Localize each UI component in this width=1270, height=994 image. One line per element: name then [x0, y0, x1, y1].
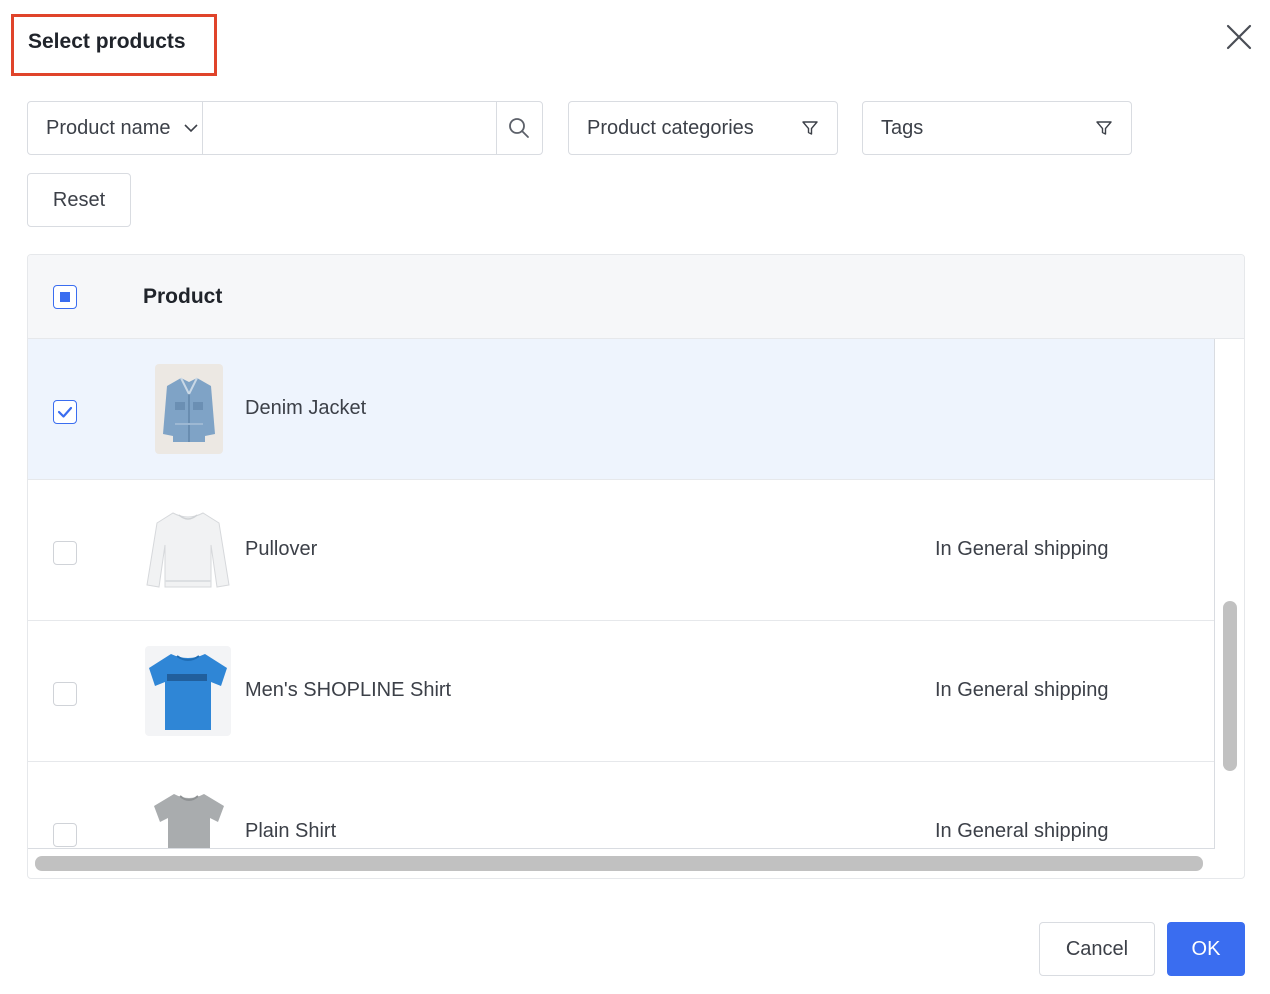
- reset-button[interactable]: Reset: [27, 173, 131, 227]
- shipping-status: In General shipping: [935, 820, 1109, 842]
- search-input[interactable]: [202, 102, 496, 154]
- table-row[interactable]: Pullover In General shipping: [28, 480, 1214, 621]
- shipping-status: In General shipping: [935, 538, 1109, 560]
- denim-jacket-image: [155, 364, 223, 454]
- table-body: Denim Jacket Pullover In General shippin…: [28, 339, 1215, 849]
- product-thumbnail: [150, 790, 228, 848]
- search-field-select[interactable]: Product name: [28, 102, 203, 154]
- dialog-title: Select products: [28, 30, 186, 53]
- table-row[interactable]: Plain Shirt In General shipping: [28, 762, 1214, 848]
- row-checkbox[interactable]: [53, 823, 77, 847]
- product-name[interactable]: Pullover: [245, 538, 317, 561]
- product-categories-label: Product categories: [587, 116, 754, 139]
- chevron-down-icon: [183, 124, 198, 133]
- horizontal-scrollbar[interactable]: [35, 856, 1203, 871]
- shipping-status: In General shipping: [935, 679, 1109, 701]
- tags-label: Tags: [881, 116, 924, 139]
- search-icon: [509, 118, 530, 138]
- product-name[interactable]: Plain Shirt: [245, 820, 336, 843]
- product-name[interactable]: Men's SHOPLINE Shirt: [245, 679, 451, 702]
- vertical-scrollbar[interactable]: [1223, 601, 1237, 771]
- product-categories-filter[interactable]: Product categories: [568, 101, 838, 155]
- search-button[interactable]: [495, 102, 542, 154]
- filter-icon: [802, 121, 818, 135]
- select-all-checkbox[interactable]: [53, 285, 77, 309]
- product-thumbnail: [145, 646, 231, 736]
- checkmark-icon: [57, 406, 73, 418]
- product-thumbnail: [145, 505, 231, 595]
- indeterminate-mark: [60, 292, 70, 302]
- tags-filter[interactable]: Tags: [862, 101, 1132, 155]
- plain-shirt-image: [150, 790, 228, 848]
- search-field-label: Product name: [46, 116, 171, 139]
- cancel-button[interactable]: Cancel: [1039, 922, 1155, 976]
- close-icon: [1226, 24, 1252, 50]
- column-header-product: Product: [143, 285, 223, 308]
- shopline-shirt-image: [145, 646, 231, 736]
- product-table: Product Denim Jacket Pullover In General…: [27, 254, 1245, 879]
- row-checkbox[interactable]: [53, 541, 77, 565]
- row-checkbox[interactable]: [53, 682, 77, 706]
- table-row[interactable]: Men's SHOPLINE Shirt In General shipping: [28, 621, 1214, 762]
- product-search-group: Product name: [27, 101, 543, 155]
- filter-icon: [1096, 121, 1112, 135]
- ok-button[interactable]: OK: [1167, 922, 1245, 976]
- row-checkbox[interactable]: [53, 400, 77, 424]
- pullover-image: [145, 505, 231, 595]
- table-header: Product: [28, 255, 1244, 339]
- close-button[interactable]: [1222, 20, 1256, 54]
- product-name[interactable]: Denim Jacket: [245, 397, 366, 420]
- table-row[interactable]: Denim Jacket: [28, 339, 1214, 480]
- product-thumbnail: [155, 364, 223, 454]
